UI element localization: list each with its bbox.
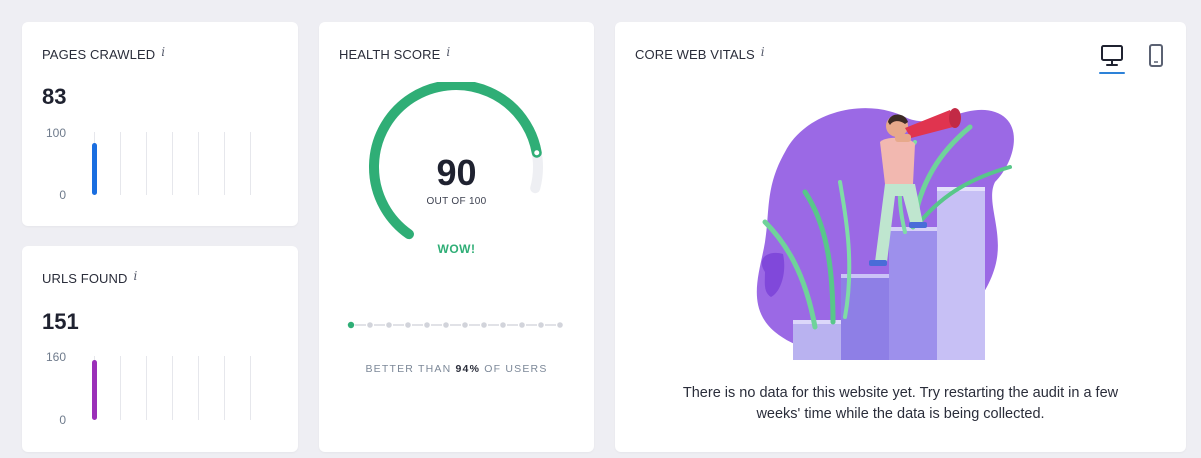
no-data-message: There is no data for this website yet. T…: [682, 385, 1119, 422]
chart-gridline: [250, 356, 251, 420]
scale-dot: [386, 322, 392, 328]
scale-dot: [500, 322, 506, 328]
urls-found-chart: [92, 356, 254, 420]
core-web-vitals-title: CORE WEB VITALS: [635, 47, 755, 62]
pages-crawled-bar: [92, 143, 97, 195]
scale-dot: [367, 322, 373, 328]
health-score-card: HEALTH SCORE i 90 OUT OF 100 WOW! BETTER …: [319, 22, 594, 452]
pages-crawled-chart: [92, 132, 254, 195]
scale-dot: [538, 322, 544, 328]
chart-gridline: [224, 132, 225, 195]
health-score-out-of: OUT OF 100: [426, 196, 487, 207]
percentile-suffix: OF USERS: [480, 363, 548, 375]
info-icon[interactable]: i: [161, 45, 165, 59]
desktop-icon: [1101, 45, 1123, 66]
chart-gridline: [172, 132, 173, 195]
percentile-prefix: BETTER THAN: [365, 363, 456, 375]
chart-gridline: [224, 356, 225, 420]
urls-axis-min: 0: [59, 413, 66, 427]
chart-gridline: [146, 132, 147, 195]
scale-dot-active: [347, 321, 355, 329]
chart-gridline: [250, 132, 251, 195]
chart-gridline: [120, 132, 121, 195]
urls-axis-max: 160: [45, 350, 66, 364]
health-score-value: 90: [436, 152, 477, 193]
scale-dot: [557, 322, 563, 328]
mobile-toggle-button[interactable]: [1143, 42, 1169, 72]
chart-gridline: [120, 356, 121, 420]
chart-gridline: [146, 356, 147, 420]
health-score-badge: WOW!: [437, 242, 476, 256]
scale-dot: [405, 322, 411, 328]
mobile-icon: [1149, 44, 1163, 67]
info-icon[interactable]: i: [446, 45, 450, 59]
info-icon[interactable]: i: [134, 269, 138, 283]
pages-crawled-card: PAGES CRAWLED i 83 100 0: [22, 22, 298, 226]
chart-gridline: [172, 356, 173, 420]
scale-dot: [519, 322, 525, 328]
urls-found-title: URLS FOUND: [42, 271, 128, 286]
pages-crawled-value: 83: [42, 84, 67, 109]
info-icon[interactable]: i: [761, 45, 765, 59]
percentile-value: 94%: [455, 363, 481, 375]
pages-axis-max: 100: [45, 126, 66, 140]
urls-found-bar: [92, 360, 97, 420]
chart-gridline: [198, 132, 199, 195]
scale-dot: [462, 322, 468, 328]
scale-dot: [481, 322, 487, 328]
urls-found-card: URLS FOUND i 151 160 0: [22, 246, 298, 452]
core-web-vitals-card: CORE WEB VITALS i There is no data for t…: [615, 22, 1186, 452]
pages-axis-min: 0: [59, 188, 66, 202]
pages-crawled-title: PAGES CRAWLED: [42, 47, 156, 62]
chart-gridline: [198, 356, 199, 420]
scale-dot: [443, 322, 449, 328]
desktop-toggle-button[interactable]: [1099, 42, 1125, 74]
scale-dot: [424, 322, 430, 328]
health-score-title: HEALTH SCORE: [339, 47, 441, 62]
no-data-illustration: [756, 108, 1014, 360]
percentile-text: BETTER THAN 94% OF USERS: [319, 363, 594, 375]
urls-found-value: 151: [42, 309, 79, 334]
percentile-scale: [347, 321, 563, 329]
